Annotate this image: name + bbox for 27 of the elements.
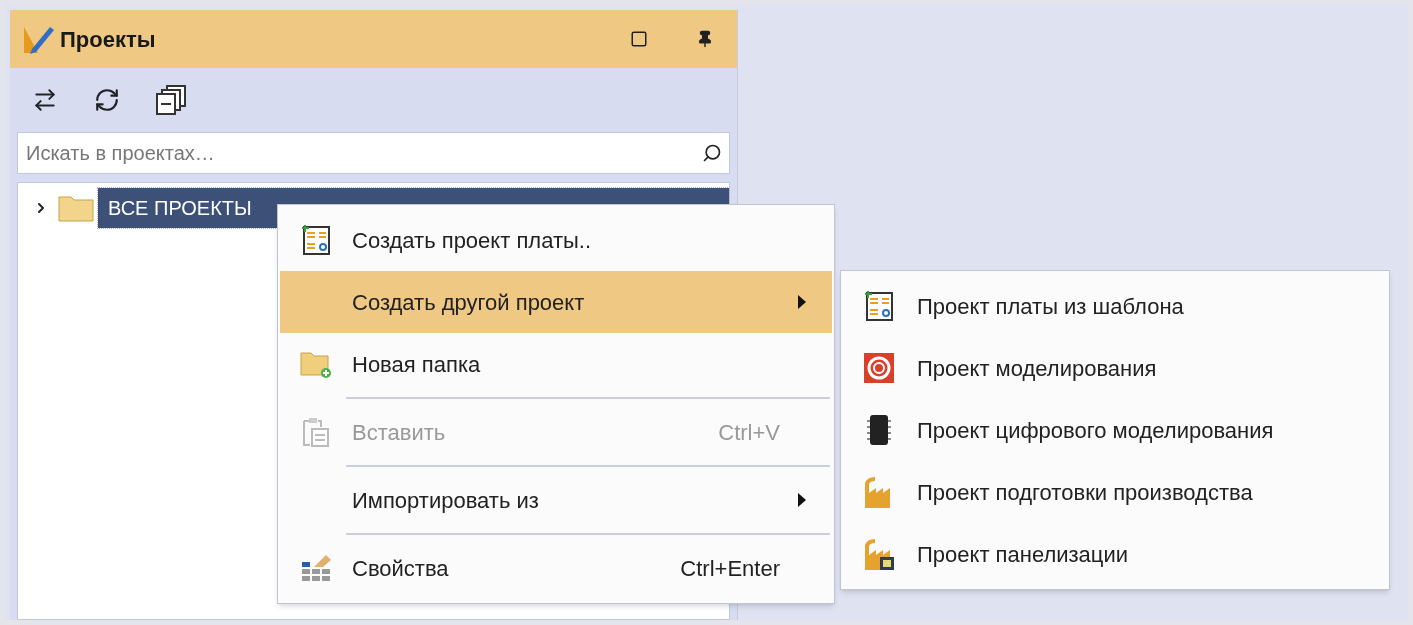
menu-item[interactable]: Проект цифрового моделирования (841, 399, 1389, 461)
pin-icon (696, 30, 714, 48)
shortcut-label: Ctrl+V (718, 418, 780, 447)
collapse-all-button[interactable] (154, 83, 188, 117)
menu-item[interactable]: Проект подготовки производства (841, 461, 1389, 523)
menu-item[interactable]: Создать другой проект (280, 271, 832, 333)
factory-board-icon (863, 537, 895, 571)
chip-icon (866, 414, 892, 446)
folder-icon (58, 194, 94, 222)
menu-item[interactable]: Импортировать из (280, 469, 832, 531)
board-document-icon (864, 290, 894, 322)
menu-item[interactable]: Новая папка (280, 333, 832, 395)
search-icon (702, 143, 722, 163)
menu-item[interactable]: Проект панелизации (841, 523, 1389, 585)
folder-add-icon (300, 349, 332, 379)
board-document-icon (301, 224, 331, 256)
menu-item[interactable]: Создать проект платы.. (280, 209, 832, 271)
menu-item[interactable]: Свойства Ctrl+Enter (280, 537, 832, 599)
square-icon (630, 30, 648, 48)
properties-icon (300, 553, 332, 583)
clipboard-icon (301, 416, 331, 448)
menu-item[interactable]: Проект моделирования (841, 337, 1389, 399)
search-field[interactable]: Искать в проектах… (17, 132, 730, 174)
panel-title: Проекты (60, 25, 157, 54)
target-icon (863, 352, 895, 384)
menu-item[interactable]: Проект платы из шаблона (841, 275, 1389, 337)
shortcut-label: Ctrl+Enter (680, 554, 780, 583)
